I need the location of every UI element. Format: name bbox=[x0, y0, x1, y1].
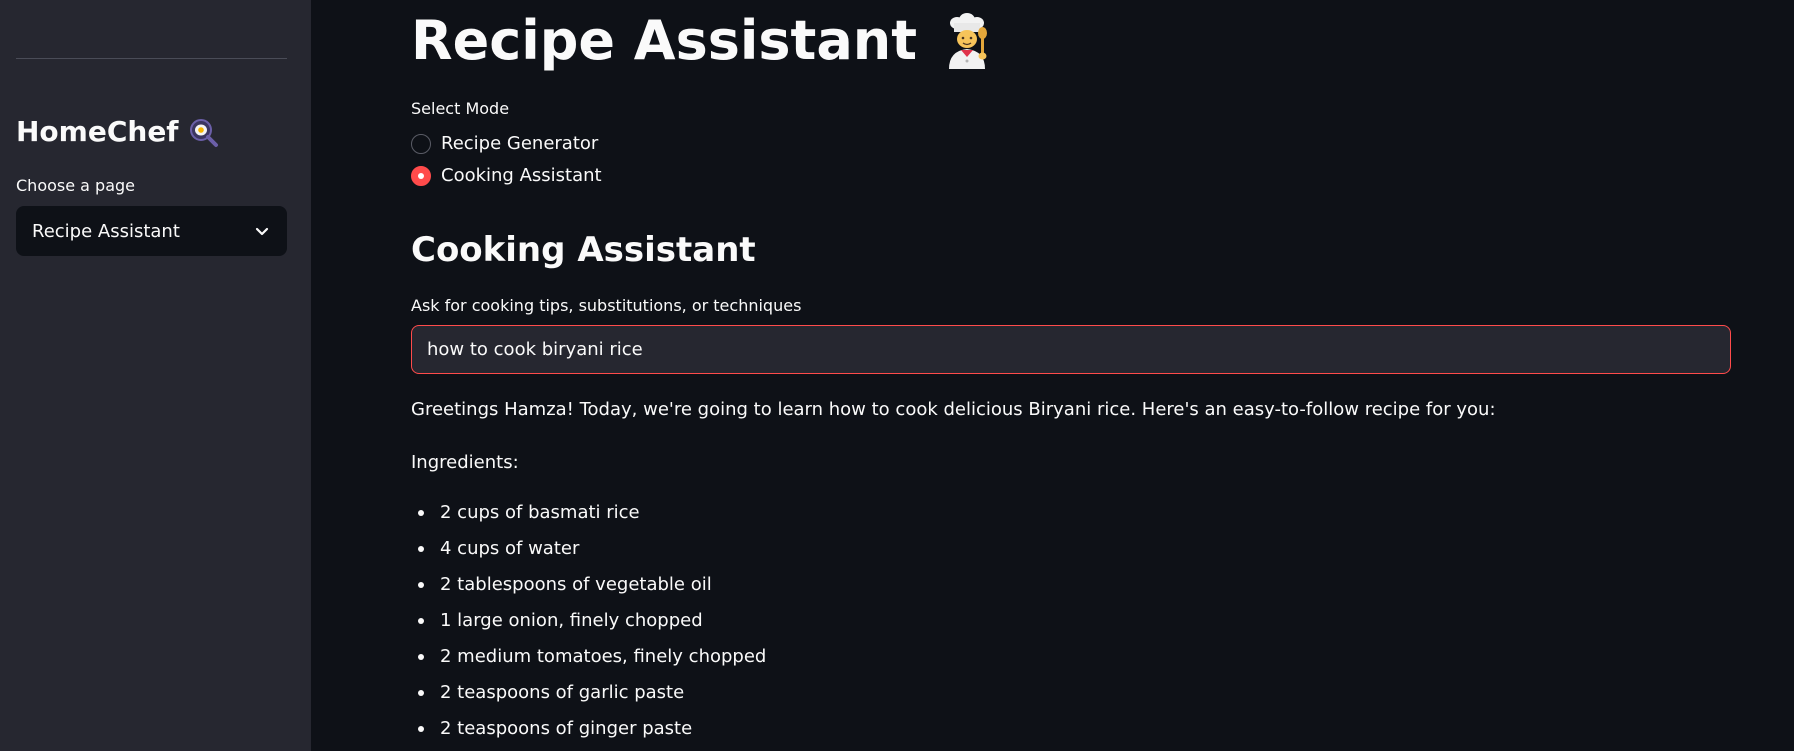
question-input-label: Ask for cooking tips, substitutions, or … bbox=[411, 296, 802, 315]
ingredients-heading: Ingredients: bbox=[411, 452, 519, 473]
radio-recipe-generator[interactable]: Recipe Generator bbox=[411, 133, 598, 154]
bullet bbox=[418, 654, 424, 660]
brand-name: HomeChef bbox=[16, 115, 179, 148]
list-item: 2 cups of basmati rice bbox=[411, 500, 766, 536]
ingredient-text: 4 cups of water bbox=[440, 538, 580, 559]
sidebar-brand: HomeChef bbox=[16, 114, 218, 150]
page-title: Recipe Assistant bbox=[411, 8, 993, 74]
bullet bbox=[418, 726, 424, 732]
ingredient-text: 1 large onion, finely chopped bbox=[440, 610, 703, 631]
page-select[interactable]: Recipe Assistant bbox=[16, 206, 287, 256]
ingredient-text: 2 tablespoons of vegetable oil bbox=[440, 574, 712, 595]
bullet bbox=[418, 510, 424, 516]
ingredient-text: 2 cups of basmati rice bbox=[440, 502, 640, 523]
mode-label: Select Mode bbox=[411, 99, 510, 118]
page-select-value: Recipe Assistant bbox=[32, 220, 180, 242]
ingredient-text: 2 medium tomatoes, finely chopped bbox=[440, 646, 767, 667]
page-select-label: Choose a page bbox=[16, 176, 136, 195]
magnifier-egg-icon bbox=[189, 118, 218, 147]
page-title-text: Recipe Assistant bbox=[411, 9, 918, 72]
list-item: 4 cups of water bbox=[411, 536, 766, 572]
radio-button-checked[interactable] bbox=[411, 165, 431, 186]
sidebar: HomeChef Choose a page Recipe Assistant bbox=[0, 0, 311, 751]
bullet bbox=[418, 618, 424, 624]
list-item: 1 large onion, finely chopped bbox=[411, 608, 766, 644]
chef-icon bbox=[941, 13, 993, 69]
chevron-down-icon bbox=[253, 222, 271, 240]
list-item: 2 medium tomatoes, finely chopped bbox=[411, 644, 766, 680]
ingredients-list: 2 cups of basmati rice 4 cups of water 2… bbox=[411, 500, 766, 751]
app-root: HomeChef Choose a page Recipe Assistant bbox=[0, 0, 1794, 751]
list-item: 2 tablespoons of vegetable oil bbox=[411, 572, 766, 608]
section-title: Cooking Assistant bbox=[411, 230, 756, 270]
bullet bbox=[418, 690, 424, 696]
radio-cooking-assistant[interactable]: Cooking Assistant bbox=[411, 165, 602, 186]
ingredient-text: 2 teaspoons of garlic paste bbox=[440, 682, 685, 703]
radio-button[interactable] bbox=[411, 133, 431, 154]
radio-label: Recipe Generator bbox=[441, 133, 599, 154]
bullet bbox=[418, 546, 424, 552]
ingredient-text: 2 teaspoons of ginger paste bbox=[440, 718, 693, 739]
radio-label: Cooking Assistant bbox=[441, 165, 602, 186]
response-intro: Greetings Hamza! Today, we're going to l… bbox=[411, 399, 1496, 420]
list-item: 2 teaspoons of ginger paste bbox=[411, 716, 766, 751]
list-item: 2 teaspoons of garlic paste bbox=[411, 680, 766, 716]
question-input[interactable] bbox=[411, 325, 1731, 374]
sidebar-divider bbox=[16, 58, 287, 59]
bullet bbox=[418, 582, 424, 588]
